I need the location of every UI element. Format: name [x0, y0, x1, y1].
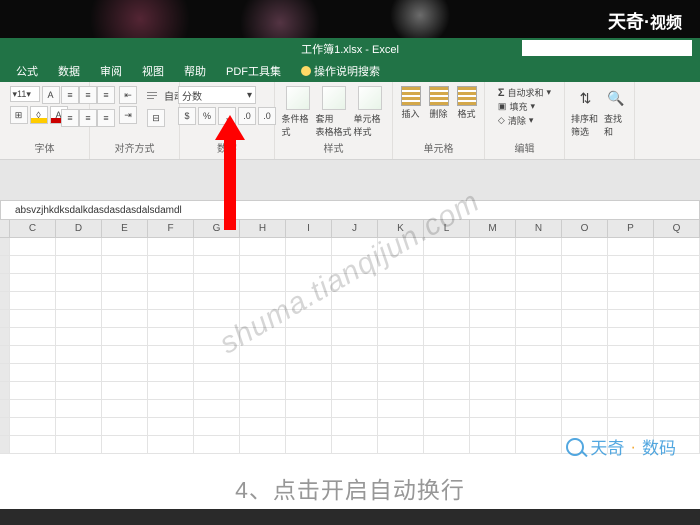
- sort-filter-button[interactable]: ⇅排序和筛选: [571, 86, 600, 138]
- insert-icon: [401, 86, 421, 106]
- autosum-button[interactable]: Σ自动求和 ▾: [498, 86, 551, 99]
- increase-decimal-icon[interactable]: .0: [238, 107, 256, 125]
- indent-decrease-icon[interactable]: ⇤: [119, 86, 137, 104]
- cell-style-icon: [358, 86, 382, 110]
- col-header[interactable]: L: [424, 220, 470, 237]
- tab-help[interactable]: 帮助: [176, 60, 214, 82]
- align-middle-icon[interactable]: ≡: [79, 86, 97, 104]
- cell-style-button[interactable]: 单元格样式: [354, 86, 386, 138]
- subtitle-text: 4、点击开启自动换行: [0, 471, 700, 505]
- col-header[interactable]: P: [608, 220, 654, 237]
- group-number: 分数▾ $ % , .0 .0 数字: [180, 82, 275, 159]
- delete-cell-button[interactable]: 删除: [427, 86, 451, 120]
- find-icon: 🔍: [604, 86, 628, 110]
- brand-bottom: 天奇·数码: [566, 434, 676, 459]
- delete-icon: [429, 86, 449, 106]
- col-header[interactable]: Q: [654, 220, 700, 237]
- col-header[interactable]: J: [332, 220, 378, 237]
- conditional-format-icon: [286, 86, 310, 110]
- fill-icon: ▣: [498, 101, 507, 112]
- group-editing: Σ自动求和 ▾ ▣填充 ▾ ◇清除 ▾ 编辑: [485, 82, 565, 159]
- tab-pdf-tools[interactable]: PDF工具集: [218, 60, 289, 82]
- col-header[interactable]: D: [56, 220, 102, 237]
- sigma-icon: Σ: [498, 87, 505, 99]
- video-frame-top: 天奇·视频: [0, 0, 700, 38]
- border-icon[interactable]: ⊞: [10, 106, 28, 124]
- tab-data[interactable]: 数据: [50, 60, 88, 82]
- title-bar: 工作簿1.xlsx - Excel: [0, 38, 700, 60]
- tab-formulas[interactable]: 公式: [8, 60, 46, 82]
- bulb-icon: [301, 66, 311, 76]
- format-icon: [457, 86, 477, 106]
- increase-font-icon[interactable]: A: [42, 86, 60, 104]
- decrease-decimal-icon[interactable]: .0: [258, 107, 276, 125]
- title-search[interactable]: [522, 40, 692, 56]
- align-top-icon[interactable]: ≡: [61, 86, 79, 104]
- brand-top: 天奇·视频: [608, 8, 682, 34]
- col-header[interactable]: C: [10, 220, 56, 237]
- group-sort: ⇅排序和筛选 🔍查找和: [565, 82, 635, 159]
- find-select-button[interactable]: 🔍查找和: [604, 86, 628, 138]
- clear-button[interactable]: ◇清除 ▾: [498, 114, 551, 127]
- group-styles: 条件格式 套用 表格格式 单元格样式 样式: [275, 82, 393, 159]
- align-bottom-icon[interactable]: ≡: [97, 86, 115, 104]
- tab-view[interactable]: 视图: [134, 60, 172, 82]
- insert-cell-button[interactable]: 插入: [399, 86, 423, 120]
- ribbon: ▾ 11 ▾ A A ⊞ ◊ A 字体 ≡ ≡ ≡ ≡ ≡ ≡ ⇤: [0, 82, 700, 160]
- group-cells: 插入 删除 格式 单元格: [393, 82, 485, 159]
- align-right-icon[interactable]: ≡: [97, 109, 115, 127]
- col-header[interactable]: O: [562, 220, 608, 237]
- font-size-select[interactable]: ▾ 11 ▾: [10, 86, 40, 102]
- number-format-select[interactable]: 分数▾: [178, 86, 256, 104]
- align-left-icon[interactable]: ≡: [61, 109, 79, 127]
- video-frame-bottom: [0, 509, 700, 525]
- tab-review[interactable]: 审阅: [92, 60, 130, 82]
- indent-increase-icon[interactable]: ⇥: [119, 106, 137, 124]
- percent-icon[interactable]: %: [198, 107, 216, 125]
- col-header[interactable]: N: [516, 220, 562, 237]
- col-header[interactable]: I: [286, 220, 332, 237]
- formula-content: absvzjhkdksdalkdasdasdasdalsdamdl: [15, 205, 182, 216]
- col-header[interactable]: M: [470, 220, 516, 237]
- magnifier-icon: [566, 438, 584, 456]
- wrap-text-icon: [147, 90, 161, 102]
- col-header[interactable]: H: [240, 220, 286, 237]
- table-format-button[interactable]: 套用 表格格式: [318, 86, 350, 138]
- col-header[interactable]: F: [148, 220, 194, 237]
- col-header[interactable]: E: [102, 220, 148, 237]
- formula-bar[interactable]: absvzjhkdksdalkdasdasdasdalsdamdl: [0, 200, 700, 220]
- worksheet-grid[interactable]: [0, 238, 700, 454]
- col-header[interactable]: K: [378, 220, 424, 237]
- menu-bar: 公式 数据 审阅 视图 帮助 PDF工具集 操作说明搜索: [0, 60, 700, 82]
- fill-button[interactable]: ▣填充 ▾: [498, 100, 551, 113]
- table-format-icon: [322, 86, 346, 110]
- tell-me[interactable]: 操作说明搜索: [293, 60, 388, 82]
- sort-icon: ⇅: [574, 86, 598, 110]
- column-headers: C D E F G H I J K L M N O P Q: [0, 220, 700, 238]
- merge-icon: ⊟: [147, 109, 165, 127]
- eraser-icon: ◇: [498, 115, 505, 126]
- conditional-format-button[interactable]: 条件格式: [282, 86, 314, 138]
- comma-icon[interactable]: ,: [218, 107, 236, 125]
- window-title: 工作簿1.xlsx - Excel: [301, 41, 399, 57]
- align-center-icon[interactable]: ≡: [79, 109, 97, 127]
- group-alignment: ≡ ≡ ≡ ≡ ≡ ≡ ⇤ ⇥ 自动换行 ⊟ 对齐方式: [90, 82, 180, 159]
- fill-color-icon[interactable]: ◊: [30, 106, 48, 124]
- collapsed-area: [0, 160, 700, 200]
- currency-icon[interactable]: $: [178, 107, 196, 125]
- col-header[interactable]: G: [194, 220, 240, 237]
- format-cell-button[interactable]: 格式: [455, 86, 479, 120]
